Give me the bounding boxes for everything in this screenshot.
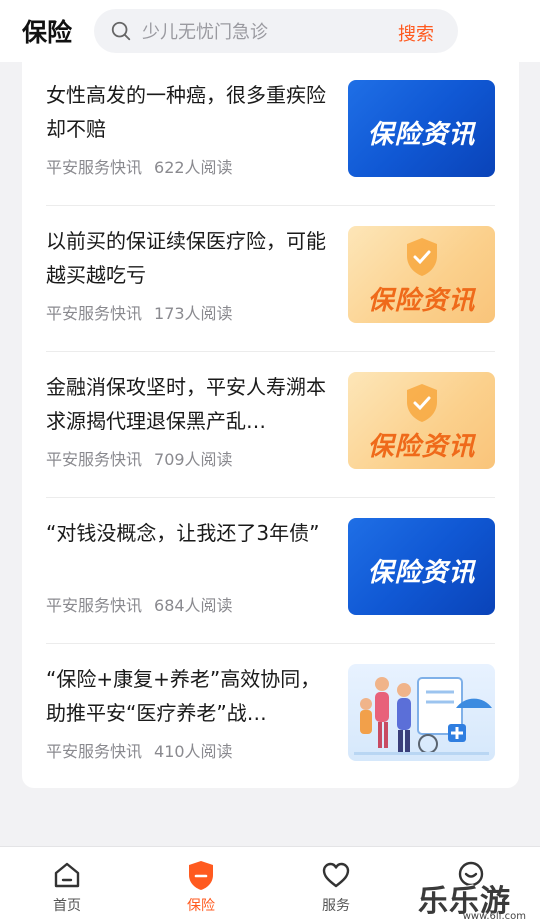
thumbnail-label: 保险资讯 [367,558,476,588]
search-placeholder: 少儿无忧门急诊 [142,22,268,43]
family-care-illustration [354,677,492,755]
article-source: 平安服务快讯 [46,158,143,177]
article-meta: 平安服务快讯 709人阅读 [46,446,233,470]
shield-check-icon [407,238,437,276]
watermark: 乐乐游戏 www.6ll.com [418,876,536,922]
bottom-tab-bar: 首页 保险 服务 乐乐游戏 www.6ll.com [0,846,540,924]
search-button[interactable]: 搜索 [398,20,434,46]
list-item[interactable]: 金融消保攻坚时，平安人寿溯本求源揭代理退保黑产乱… 平安服务快讯 709人阅读 保… [22,352,519,498]
article-reads: 622人阅读 [154,158,233,177]
search-input[interactable]: 少儿无忧门急诊 搜索 [94,9,458,53]
article-reads: 410人阅读 [154,742,233,761]
article-source: 平安服务快讯 [46,596,143,615]
shield-icon [189,861,213,890]
article-reads: 173人阅读 [154,304,233,323]
search-icon [111,21,131,41]
shield-check-icon [407,384,437,422]
list-item[interactable]: 以前买的保证续保医疗险，可能越买越吃亏 平安服务快讯 173人阅读 保险资讯 [22,206,519,352]
thumbnail-label: 保险资讯 [367,432,476,462]
list-item[interactable]: 女性高发的一种癌，很多重疾险却不赔 平安服务快讯 622人阅读 保险资讯 [22,60,519,206]
article-source: 平安服务快讯 [46,742,143,761]
article-title: 女性高发的一种癌，很多重疾险却不赔 [46,83,326,141]
article-title: “对钱没概念，让我还了3年债” [46,521,320,545]
article-source: 平安服务快讯 [46,450,143,469]
home-icon [54,862,80,888]
list-item[interactable]: “保险+康复+养老”高效协同，助推平安“医疗养老”战… 平安服务快讯 410人阅读 [22,644,519,790]
article-meta: 平安服务快讯 684人阅读 [46,592,233,616]
list-item[interactable]: “对钱没概念，让我还了3年债” 平安服务快讯 684人阅读 保险资讯 [22,498,519,644]
heart-icon [322,862,350,888]
article-title: “保险+康复+养老”高效协同，助推平安“医疗养老”战… [46,667,321,725]
article-meta: 平安服务快讯 622人阅读 [46,154,233,178]
article-title: 金融消保攻坚时，平安人寿溯本求源揭代理退保黑产乱… [46,375,326,433]
article-thumbnail: 保险资讯 [348,80,495,177]
tab-label: 首页 [53,898,81,914]
article-thumbnail: 保险资讯 [348,372,495,469]
article-title: 以前买的保证续保医疗险，可能越买越吃亏 [46,229,326,287]
article-reads: 684人阅读 [154,596,233,615]
tab-insurance[interactable]: 保险 [166,859,236,915]
header: 保险 少儿无忧门急诊 搜索 [0,0,540,62]
article-thumbnail [348,664,495,761]
tab-home[interactable]: 首页 [32,859,102,915]
article-source: 平安服务快讯 [46,304,143,323]
tab-label: 服务 [322,898,350,914]
article-reads: 709人阅读 [154,450,233,469]
article-list: 女性高发的一种癌，很多重疾险却不赔 平安服务快讯 622人阅读 保险资讯 以前买的… [22,58,519,788]
thumbnail-label: 保险资讯 [367,120,476,150]
article-thumbnail: 保险资讯 [348,518,495,615]
tab-service[interactable]: 服务 [301,859,371,915]
tab-label: 保险 [187,898,215,914]
page-title: 保险 [22,18,73,47]
article-meta: 平安服务快讯 410人阅读 [46,738,233,762]
article-meta: 平安服务快讯 173人阅读 [46,300,233,324]
watermark-url: www.6ll.com [462,911,526,922]
thumbnail-label: 保险资讯 [367,286,476,316]
article-thumbnail: 保险资讯 [348,226,495,323]
